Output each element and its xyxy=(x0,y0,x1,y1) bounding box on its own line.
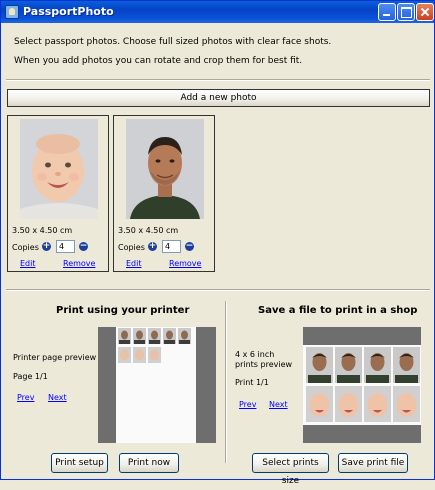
preview-thumb-man xyxy=(133,328,146,344)
close-button[interactable] xyxy=(416,3,434,21)
preview-thumb-man xyxy=(163,328,176,344)
printer-page-indicator: Page 1/1 xyxy=(13,372,48,381)
title-bar[interactable]: PassportPhoto xyxy=(1,1,434,23)
shop-thumb-baby xyxy=(364,386,391,422)
remove-link[interactable]: Remove xyxy=(169,259,201,268)
vertical-divider xyxy=(225,301,227,463)
printer-prev-link[interactable]: Prev xyxy=(17,393,34,402)
printer-paper xyxy=(116,327,196,443)
man-photo-image xyxy=(126,119,204,219)
shop-print-preview xyxy=(303,327,421,443)
increase-copies-icon[interactable]: + xyxy=(42,242,51,251)
shop-thumb-man xyxy=(335,347,362,383)
shop-thumb-baby xyxy=(393,386,420,422)
shop-prev-link[interactable]: Prev xyxy=(239,400,256,409)
edit-link[interactable]: Edit xyxy=(126,259,142,268)
photo-thumbnail-baby[interactable] xyxy=(20,119,98,219)
decrease-copies-icon[interactable]: − xyxy=(185,242,194,251)
preview-thumb-man xyxy=(178,328,191,344)
app-icon xyxy=(5,5,19,19)
instruction-line-1: Select passport photos. Choose full size… xyxy=(14,37,332,47)
printer-section-title: Print using your printer xyxy=(56,305,190,316)
preview-thumb-baby xyxy=(148,347,161,363)
printer-preview-label: Printer page preview xyxy=(13,353,97,362)
photo-size: 3.50 x 4.50 cm xyxy=(118,226,179,235)
save-print-file-button[interactable]: Save print file xyxy=(338,453,408,473)
decrease-copies-icon[interactable]: − xyxy=(79,242,88,251)
shop-next-link[interactable]: Next xyxy=(269,400,288,409)
shop-thumb-baby xyxy=(335,386,362,422)
photo-thumbnail-man[interactable] xyxy=(126,119,204,219)
preview-thumb-baby xyxy=(118,347,131,363)
print-setup-button[interactable]: Print setup xyxy=(51,453,108,473)
shop-thumb-man xyxy=(306,347,333,383)
photo-size: 3.50 x 4.50 cm xyxy=(12,226,73,235)
minimize-button[interactable] xyxy=(378,3,396,21)
preview-thumb-man xyxy=(118,328,131,344)
photo-card: 3.50 x 4.50 cm Copies + 4 − Edit Remove xyxy=(7,115,109,272)
shop-section-title: Save a file to print in a shop xyxy=(258,305,418,316)
add-photo-button[interactable]: Add a new photo xyxy=(7,89,430,107)
shop-thumb-man xyxy=(393,347,420,383)
instruction-line-2: When you add photos you can rotate and c… xyxy=(14,56,303,66)
maximize-button[interactable] xyxy=(397,3,415,21)
photo-card: 3.50 x 4.50 cm Copies + 4 − Edit Remove xyxy=(113,115,215,272)
select-prints-size-button[interactable]: Select prints size xyxy=(252,453,329,486)
shop-preview-label-line2: prints preview xyxy=(235,360,293,369)
copies-input[interactable]: 4 xyxy=(56,240,75,253)
shop-thumb-baby xyxy=(306,386,333,422)
preview-thumb-man xyxy=(148,328,161,344)
shop-print-indicator: Print 1/1 xyxy=(235,378,269,387)
preview-thumb-baby xyxy=(133,347,146,363)
printer-page-preview xyxy=(98,327,216,443)
baby-photo-image xyxy=(20,119,98,219)
copies-label: Copies xyxy=(12,243,39,252)
copies-label: Copies xyxy=(118,243,145,252)
copies-input[interactable]: 4 xyxy=(162,240,181,253)
shop-paper xyxy=(303,345,421,425)
printer-next-link[interactable]: Next xyxy=(48,393,67,402)
window-title: PassportPhoto xyxy=(23,5,114,18)
divider xyxy=(6,289,430,291)
remove-link[interactable]: Remove xyxy=(63,259,95,268)
increase-copies-icon[interactable]: + xyxy=(148,242,157,251)
print-now-button[interactable]: Print now xyxy=(119,453,179,473)
edit-link[interactable]: Edit xyxy=(20,259,36,268)
divider xyxy=(6,79,430,81)
shop-thumb-man xyxy=(364,347,391,383)
shop-preview-label-line1: 4 x 6 inch xyxy=(235,350,275,359)
app-window: PassportPhoto Select passport photos. Ch… xyxy=(0,0,435,486)
